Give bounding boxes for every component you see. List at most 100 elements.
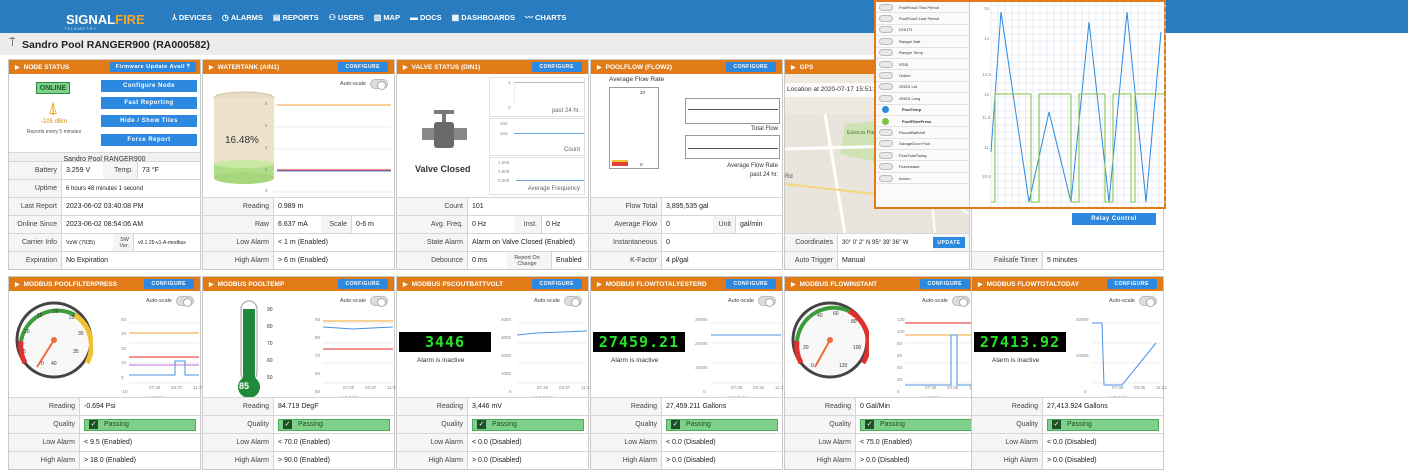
nav-alarms[interactable]: ◷ ALARMS bbox=[222, 12, 263, 23]
legend-item[interactable]: PoolFlow2 This Period bbox=[876, 2, 969, 14]
configure-button[interactable]: CONFIGURE bbox=[531, 279, 582, 289]
modbus-header[interactable]: ▶ MODBUS FLOWTOTALTODAY CONFIGURE bbox=[972, 277, 1163, 291]
legend-item[interactable]: PoolTemp bbox=[876, 105, 969, 116]
main-menu: ⅄ DEVICES ◷ ALARMS ▤ REPORTS ⚇ USERS ▥ MAP ▬ D… bbox=[172, 12, 566, 23]
nav-docs[interactable]: ▬ DOCS bbox=[410, 12, 442, 23]
legend-item[interactable]: PoolFlow2 Last Period bbox=[876, 13, 969, 25]
autoscale-toggle[interactable]: Auto-scale bbox=[340, 79, 388, 90]
legend-item[interactable]: Online bbox=[876, 70, 969, 82]
update-button[interactable]: UPDATE bbox=[933, 237, 965, 248]
firmware-update-button[interactable]: Firmware Update Avail ⤒ bbox=[109, 62, 196, 72]
configure-button[interactable]: CONFIGURE bbox=[143, 279, 194, 289]
legend-item[interactable]: Ranger Batt bbox=[876, 36, 969, 48]
legend-toggle[interactable] bbox=[879, 83, 893, 91]
legend-toggle[interactable] bbox=[879, 163, 893, 171]
configure-button[interactable]: CONFIGURE bbox=[1106, 279, 1157, 289]
total-flow-label: Total Flow bbox=[750, 126, 778, 132]
watertank-header[interactable]: ▶ WATERTANK (AIN1) CONFIGURE bbox=[203, 60, 394, 74]
toggle-switch[interactable] bbox=[370, 79, 388, 90]
modbus-header[interactable]: ▶ MODBUS PSCOUTBATTVOLT CONFIGURE bbox=[397, 277, 588, 291]
modbus-panel: ▶ MODBUS POOLTEMP CONFIGURE Auto-scale 85 9… bbox=[202, 276, 398, 470]
expand-arrow-icon: ▶ bbox=[403, 64, 408, 71]
autoscale-toggle[interactable]: Auto-scale bbox=[728, 296, 776, 307]
checkmark-icon: ✓ bbox=[1052, 420, 1061, 429]
chart-legend: PoolFlow2 This Period PoolFlow2 Last Peri… bbox=[876, 2, 970, 207]
legend-item[interactable]: GarageDoor Pool bbox=[876, 139, 969, 151]
legend-toggle[interactable] bbox=[879, 3, 893, 11]
legend-item[interactable]: GNSS Lat bbox=[876, 82, 969, 94]
modbus-panel: ▶ MODBUS PSCOUTBATTVOLT CONFIGURE Auto-sca… bbox=[396, 276, 592, 470]
legend-item[interactable]: GNSS Long bbox=[876, 93, 969, 105]
legend-toggle[interactable] bbox=[879, 49, 893, 57]
nav-users[interactable]: ⚇ USERS bbox=[329, 12, 364, 23]
legend-item[interactable]: FlowTotalToday bbox=[876, 150, 969, 162]
nav-devices[interactable]: ⅄ DEVICES bbox=[172, 12, 212, 23]
modbus-panel: ▶ MODBUS FLOWTOTALYESTERD CONFIGURE Auto-s… bbox=[590, 276, 786, 470]
tank-percent: 16.48% bbox=[225, 135, 259, 146]
checkmark-icon: ✓ bbox=[477, 420, 486, 429]
online-badge: ONLINE bbox=[36, 82, 70, 94]
autoscale-toggle[interactable]: Auto-scale bbox=[534, 296, 582, 307]
nav-map[interactable]: ▥ MAP bbox=[374, 12, 400, 23]
nav-reports[interactable]: ▤ REPORTS bbox=[273, 12, 319, 23]
node-status-header[interactable]: ▶ NODE STATUS Firmware Update Avail ⤒ bbox=[9, 60, 200, 74]
relay-control-button[interactable]: Relay Control bbox=[1072, 213, 1156, 225]
legend-toggle[interactable] bbox=[879, 72, 893, 80]
legend-toggle[interactable] bbox=[879, 128, 893, 136]
configure-button[interactable]: CONFIGURE bbox=[725, 62, 776, 72]
legend-item[interactable]: PscoutBattVolt bbox=[876, 127, 969, 139]
quality-badge: ✓ Passing bbox=[1047, 418, 1159, 431]
configure-button[interactable]: CONFIGURE bbox=[337, 62, 388, 72]
configure-button[interactable]: CONFIGURE bbox=[337, 279, 388, 289]
autoscale-toggle[interactable]: Auto-scale bbox=[1109, 296, 1157, 307]
modbus-header[interactable]: ▶ MODBUS POOLTEMP CONFIGURE bbox=[203, 277, 394, 291]
legend-item[interactable]: Annnn bbox=[876, 173, 969, 185]
toggle-switch[interactable] bbox=[1139, 296, 1157, 307]
legend-item[interactable]: Ranger Temp bbox=[876, 48, 969, 59]
modbus-header[interactable]: ▶ MODBUS POOLFILTERPRESS CONFIGURE bbox=[9, 277, 200, 291]
poolflow-header[interactable]: ▶ POOLFLOW (FLOW2) CONFIGURE bbox=[591, 60, 782, 74]
legend-toggle[interactable] bbox=[879, 140, 893, 148]
valve-state-chart: 1 0 past 24 hr. bbox=[489, 77, 585, 117]
nav-dashboards[interactable]: ▦ DASHBOARDS bbox=[452, 12, 515, 23]
configure-button[interactable]: CONFIGURE bbox=[725, 279, 776, 289]
expand-arrow-icon: ▶ bbox=[15, 281, 20, 288]
configure-node-button[interactable]: Configure Node bbox=[101, 80, 197, 92]
hide-show-tiles-button[interactable]: Hide / Show Tiles bbox=[101, 115, 197, 127]
relay-rows: Failsafe Timer 5 minutes bbox=[972, 251, 1163, 269]
modbus-header[interactable]: ▶ MODBUS FLOWINSTANT CONFIGURE bbox=[785, 277, 976, 291]
autoscale-toggle[interactable]: Auto-scale bbox=[340, 296, 388, 307]
legend-item[interactable]: PoolFilterPress bbox=[876, 116, 969, 128]
toggle-switch[interactable] bbox=[952, 296, 970, 307]
checkmark-icon: ✓ bbox=[283, 420, 292, 429]
legend-toggle[interactable] bbox=[879, 60, 893, 68]
toggle-switch[interactable] bbox=[370, 296, 388, 307]
legend-toggle[interactable] bbox=[879, 26, 893, 34]
nav-charts[interactable]: 〰 CHARTS bbox=[525, 12, 566, 23]
poolflow-rows: Flow Total 3,895,535 gal Average Flow 0 Uni… bbox=[591, 197, 782, 269]
legend-toggle[interactable] bbox=[879, 37, 893, 45]
legend-item[interactable]: FlowInstant bbox=[876, 161, 969, 173]
legend-toggle[interactable] bbox=[879, 151, 893, 159]
force-report-button[interactable]: Force Report bbox=[101, 134, 197, 146]
toggle-switch[interactable] bbox=[176, 296, 194, 307]
configure-button[interactable]: CONFIGURE bbox=[531, 62, 582, 72]
legend-toggle[interactable] bbox=[879, 15, 893, 23]
legend-item[interactable]: RSSI bbox=[876, 59, 969, 71]
uptime-row: Uptime 6 hours 48 minutes 1 second bbox=[9, 179, 200, 197]
fast-reporting-button[interactable]: Fast Reporting bbox=[101, 97, 197, 109]
toggle-switch[interactable] bbox=[564, 296, 582, 307]
legend-toggle[interactable] bbox=[879, 174, 893, 182]
logo-subtitle: TELEMETRY bbox=[64, 26, 97, 31]
poolflow-panel: ▶ POOLFLOW (FLOW2) CONFIGURE Average Flow … bbox=[590, 59, 783, 270]
autoscale-toggle[interactable]: Auto-scale bbox=[922, 296, 970, 307]
legend-item[interactable]: DOUT1 bbox=[876, 25, 969, 37]
autoscale-toggle[interactable]: Auto-scale bbox=[146, 296, 194, 307]
valve-status-header[interactable]: ▶ VALVE STATUS (DIN1) CONFIGURE bbox=[397, 60, 588, 74]
modbus-header[interactable]: ▶ MODBUS FLOWTOTALYESTERD CONFIGURE bbox=[591, 277, 782, 291]
logo[interactable]: SIGNALFIRE bbox=[66, 12, 145, 27]
legend-toggle[interactable] bbox=[879, 94, 893, 102]
watertank-panel: ▶ WATERTANK (AIN1) CONFIGURE Auto-scale 16… bbox=[202, 59, 395, 270]
toggle-switch[interactable] bbox=[758, 296, 776, 307]
configure-button[interactable]: CONFIGURE bbox=[919, 279, 970, 289]
